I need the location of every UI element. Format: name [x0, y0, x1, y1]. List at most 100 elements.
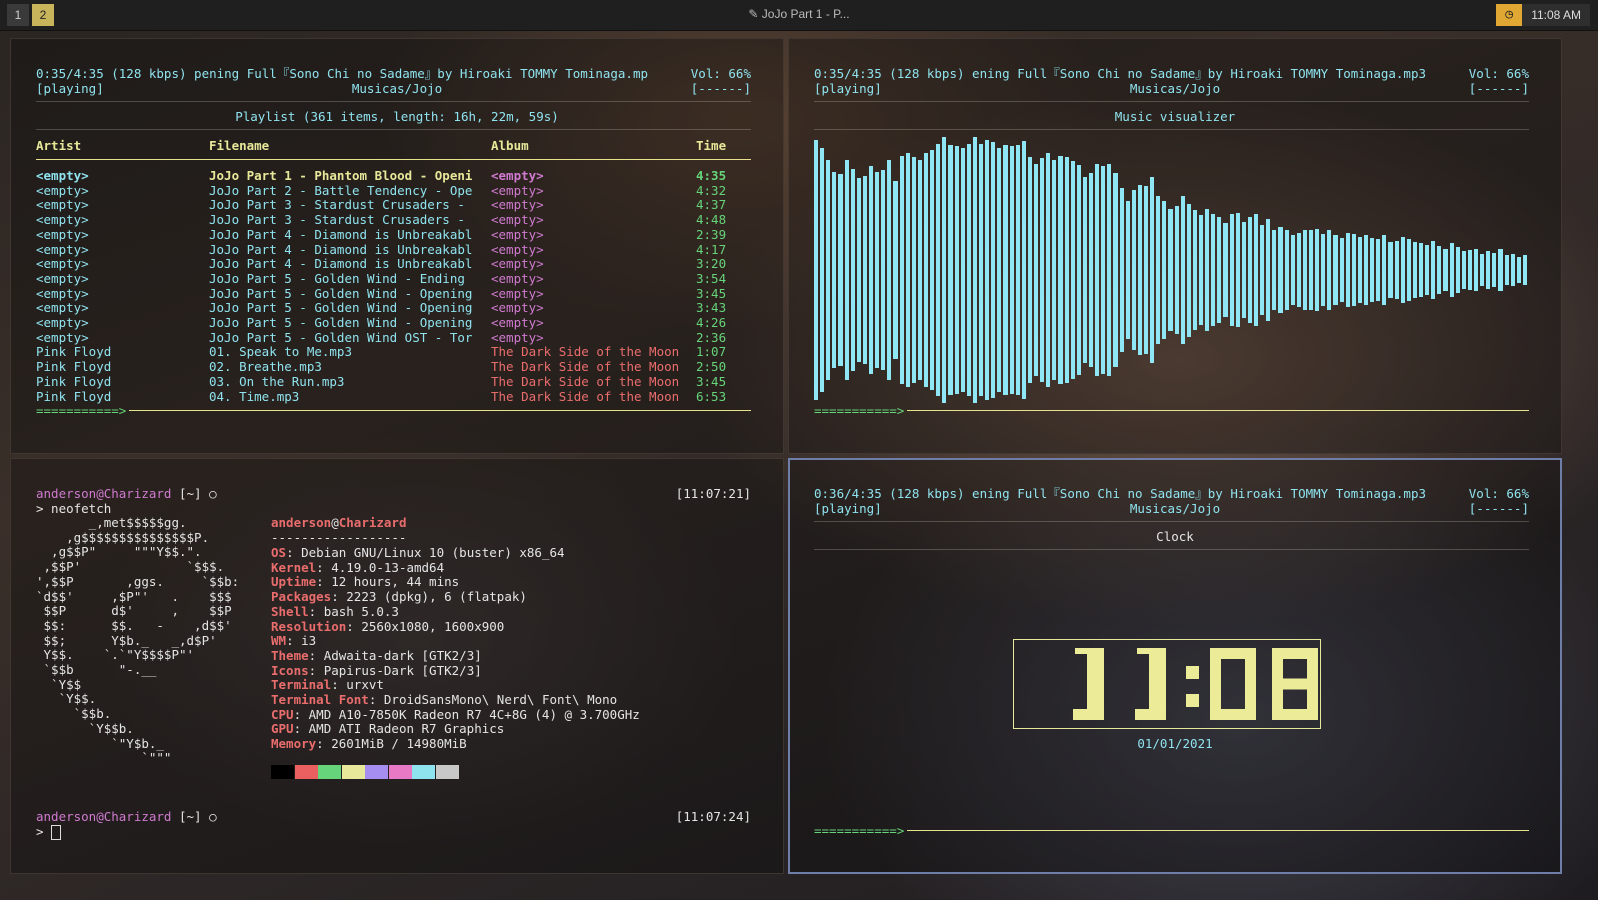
visualizer-bar [1370, 238, 1375, 302]
clock-segment [1272, 678, 1318, 690]
progress-bar[interactable] [907, 830, 1529, 831]
clock-segment [1073, 709, 1102, 720]
visualizer-bar [1467, 250, 1472, 290]
visualizer-bar [1107, 163, 1112, 377]
row-artist: <empty> [36, 182, 89, 198]
ascii-line: Y$$. `.`"Y$$$$P"' [36, 647, 195, 663]
visualizer-bar [1522, 255, 1527, 285]
divider [814, 521, 1529, 522]
visualizer-bar [1431, 240, 1436, 300]
clock-time: 11:08 AM [1522, 4, 1590, 26]
column-album[interactable]: Album [491, 138, 529, 153]
progress-bar[interactable] [907, 410, 1529, 411]
row-filename: JoJo Part 5 - Golden Wind - Ending [209, 270, 473, 286]
row-album: <empty> [491, 182, 544, 198]
info-value: Papirus-Dark [GTK2/3] [323, 662, 482, 678]
visualizer-bar [991, 142, 996, 398]
row-artist: <empty> [36, 329, 89, 345]
header-underline [36, 159, 751, 160]
row-filename: JoJo Part 4 - Diamond is Unbreakabl [209, 226, 473, 242]
row-album: <empty> [491, 212, 544, 228]
clock-segment [1186, 694, 1199, 707]
prompt-symbol: ○ [209, 486, 217, 501]
column-filename[interactable]: Filename [209, 138, 269, 153]
clock-widget[interactable]: ◷ 11:08 AM [1496, 4, 1590, 26]
ascii-line: `""" [36, 750, 172, 766]
directory-label: Musicas/Jojo [351, 81, 443, 96]
visualizer-bar [1058, 155, 1063, 385]
terminal-pane[interactable]: anderson@Charizard [~] ○ [11:07:21] > ne… [10, 458, 784, 874]
visualizer-bar [1089, 172, 1094, 368]
visualizer-bar [1064, 156, 1069, 384]
info-value: Adwaita-dark [GTK2/3] [323, 647, 482, 663]
ncmpcpp-visualizer-pane[interactable]: 0:35/4:35 (128 kbps) ening Full『Sono Chi… [788, 38, 1562, 454]
visualizer-bar [1113, 172, 1118, 368]
progress-bar[interactable] [129, 410, 751, 411]
info-value: bash 5.0.3 [323, 603, 399, 619]
visualizer-bar [1486, 251, 1491, 289]
info-row: GPU: AMD ATI Radeon R7 Graphics [271, 721, 504, 736]
visualizer-bar [1082, 176, 1087, 364]
visualizer-bar [1211, 214, 1216, 326]
visualizer-bar [1394, 240, 1399, 300]
visualizer-bar [917, 159, 922, 381]
row-artist: <empty> [36, 226, 89, 242]
ncmpcpp-clock-pane[interactable]: 0:36/4:35 (128 kbps) ening Full『Sono Chi… [788, 458, 1562, 874]
row-artist: <empty> [36, 212, 89, 228]
visualizer-bar [1217, 216, 1222, 324]
column-artist[interactable]: Artist [36, 138, 81, 153]
clock-date: 01/01/2021 [1137, 736, 1213, 751]
visualizer-bar [820, 147, 825, 393]
visualizer-bar [936, 143, 941, 397]
row-artist: <empty> [36, 300, 89, 316]
row-artist: Pink Floyd [36, 373, 112, 389]
info-colon: : [286, 633, 302, 649]
info-colon: : [308, 662, 324, 678]
visualizer-bar [1290, 235, 1295, 305]
visualizer-bar [930, 150, 935, 390]
visualizer-bars [814, 137, 1529, 403]
ncmpcpp-playlist-pane[interactable]: 0:35/4:35 (128 kbps) pening Full『Sono Ch… [10, 38, 784, 454]
visualizer-bar [1125, 200, 1130, 340]
directory-label: Musicas/Jojo [1129, 501, 1221, 516]
row-filename: 04. Time.mp3 [209, 388, 300, 404]
row-filename: JoJo Part 1 - Phantom Blood - Openi [209, 168, 473, 183]
ascii-line: `Y$$. [36, 691, 97, 707]
row-filename: 01. Speak to Me.mp3 [209, 344, 352, 360]
info-row: Shell: bash 5.0.3 [271, 604, 399, 619]
info-key: Shell [271, 603, 309, 619]
visualizer-bar [1260, 224, 1265, 316]
pen-icon: ✎ [748, 7, 762, 21]
prompt-dir: [~] [171, 809, 210, 824]
divider [814, 129, 1529, 130]
visualizer-bar [1327, 230, 1332, 310]
row-time: 4:35 [696, 168, 727, 183]
info-key: Icons [271, 662, 309, 678]
info-row: CPU: AMD A10-7850K Radeon R7 4C+8G (4) @… [271, 707, 640, 722]
ascii-line: `Y$$b. [36, 720, 134, 736]
visualizer-bar [924, 152, 929, 388]
mode-flags: [------] [1468, 81, 1529, 96]
progress-arrow: ===========> [36, 403, 127, 418]
info-key: Terminal [271, 677, 332, 693]
now-playing-title: ening Full『Sono Chi no Sadame』by Hiroaki… [972, 66, 1427, 81]
directory-label: Musicas/Jojo [1129, 81, 1221, 96]
visualizer-bar [826, 159, 831, 381]
visualizer-bar [1254, 214, 1259, 326]
ascii-line: $$; Y$b._ _,d$P' [36, 632, 217, 648]
color-palette [271, 765, 471, 779]
row-time: 6:53 [696, 388, 727, 404]
visualizer-bar [1241, 222, 1246, 318]
command-input[interactable]: > [36, 824, 62, 840]
info-row: Icons: Papirus-Dark [GTK2/3] [271, 663, 482, 678]
visualizer-bar [887, 159, 892, 381]
visualizer-bar [1284, 230, 1289, 310]
text-cursor [51, 825, 62, 840]
row-time: 3:45 [696, 373, 727, 389]
column-time[interactable]: Time [696, 138, 726, 153]
prompt-symbol: ○ [209, 809, 217, 824]
visualizer-bar [1205, 208, 1210, 332]
visualizer-bar [1376, 239, 1381, 301]
visualizer-bar [1144, 186, 1149, 354]
clock-icon: ◷ [1496, 4, 1523, 26]
